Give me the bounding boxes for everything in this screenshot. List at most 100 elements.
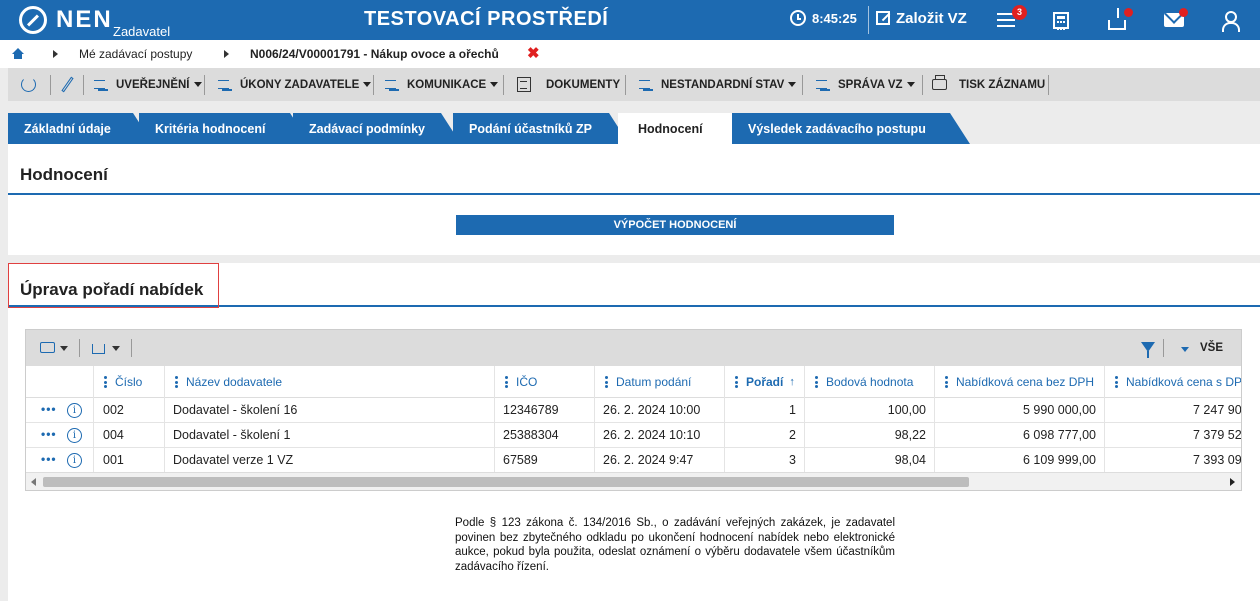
- column-menu-icon[interactable]: [735, 375, 738, 390]
- caret-down-icon[interactable]: [60, 346, 68, 351]
- cell-price-incl-vat: 7 379 520,17: [1104, 423, 1241, 447]
- scrollbar-thumb[interactable]: [43, 477, 969, 487]
- cell-price-excl-vat: 5 990 000,00: [934, 398, 1104, 422]
- list-icon: [94, 79, 108, 91]
- toolbar-divider: [50, 75, 51, 95]
- table-row[interactable]: ••• i 001 Dodavatel verze 1 VZ 67589 26.…: [26, 448, 1241, 473]
- session-time: 8:45:25: [812, 11, 857, 26]
- print-icon[interactable]: [40, 342, 55, 353]
- create-tender-button[interactable]: Založit VZ: [876, 10, 967, 27]
- calculator-icon[interactable]: [1053, 12, 1069, 30]
- menu-contracting-actions[interactable]: ÚKONY ZADAVATELE: [218, 68, 372, 101]
- cell-number: 004: [93, 423, 164, 447]
- column-header-price-incl-vat[interactable]: Nabídková cena s DPH: [1104, 366, 1242, 398]
- chevron-right-icon: [53, 50, 58, 58]
- menu-nonstandard-state-label: NESTANDARDNÍ STAV: [661, 78, 785, 91]
- info-icon[interactable]: i: [67, 428, 82, 443]
- logo-text[interactable]: NEN: [56, 6, 113, 34]
- nen-logo-icon[interactable]: [19, 6, 47, 34]
- menu-print-record[interactable]: TISK ZÁZNAMU: [932, 68, 1045, 101]
- tab-basic-info[interactable]: Základní údaje: [8, 113, 153, 144]
- evaluation-panel: Hodnocení: [8, 144, 1260, 255]
- caret-down-icon[interactable]: [112, 346, 120, 351]
- column-header-ico[interactable]: IČO: [494, 366, 594, 398]
- toolbar-divider: [922, 75, 923, 95]
- scroll-right-icon[interactable]: [1230, 478, 1235, 486]
- grid-toolbar-divider: [79, 339, 80, 357]
- tab-evaluation[interactable]: Hodnocení: [618, 113, 732, 144]
- table-row[interactable]: ••• i 004 Dodavatel - školení 1 25388304…: [26, 423, 1241, 448]
- caret-down-icon: [490, 82, 499, 87]
- refresh-icon[interactable]: [21, 77, 36, 92]
- column-menu-icon[interactable]: [815, 375, 818, 390]
- sort-ascending-icon[interactable]: ↑: [789, 376, 795, 388]
- caret-down-icon[interactable]: [1181, 347, 1189, 352]
- column-menu-icon[interactable]: [1115, 375, 1118, 390]
- top-header: NEN Zadavatel TESTOVACÍ PROSTŘEDÍ 8:45:2…: [0, 0, 1260, 40]
- home-icon[interactable]: [12, 48, 24, 59]
- column-header-supplier[interactable]: Název dodavatele: [164, 366, 494, 398]
- grid-toolbar: VŠE: [26, 330, 1241, 366]
- user-icon[interactable]: [1219, 9, 1241, 32]
- pencil-icon[interactable]: [61, 76, 74, 93]
- close-icon[interactable]: ✖: [527, 44, 540, 62]
- cell-supplier: Dodavatel - školení 1: [164, 423, 494, 447]
- caret-down-icon: [906, 82, 915, 87]
- cell-score: 98,04: [804, 448, 934, 472]
- toolbar-divider: [83, 75, 84, 95]
- menu-print-record-label: TISK ZÁZNAMU: [959, 78, 1046, 91]
- tab-evaluation-criteria[interactable]: Kritéria hodnocení: [139, 113, 310, 144]
- info-icon[interactable]: i: [67, 403, 82, 418]
- cell-ico: 12346789: [494, 398, 594, 422]
- inbox-tray-icon[interactable]: [1108, 8, 1126, 30]
- tab-tender-result[interactable]: Výsledek zadávacího postupu: [732, 113, 970, 144]
- toolbar-divider: [503, 75, 504, 95]
- row-actions-icon[interactable]: •••: [41, 453, 57, 465]
- column-label: Nabídková cena s DPH: [1126, 375, 1242, 389]
- cell-price-excl-vat: 6 109 999,00: [934, 448, 1104, 472]
- caret-down-icon: [363, 82, 372, 87]
- scroll-left-icon[interactable]: [31, 478, 36, 486]
- toolbar-divider: [204, 75, 205, 95]
- menu-publish[interactable]: UVEŘEJNĚNÍ: [94, 68, 202, 101]
- info-icon[interactable]: i: [67, 453, 82, 468]
- cell-rank: 2: [724, 423, 804, 447]
- column-menu-icon[interactable]: [945, 375, 948, 390]
- cell-submission-date: 26. 2. 2024 10:00: [594, 398, 724, 422]
- column-menu-icon[interactable]: [605, 375, 608, 390]
- list-icon: [639, 79, 653, 91]
- session-timer: 8:45:25: [790, 10, 857, 26]
- inbox-alert-dot: [1124, 8, 1133, 17]
- menu-publish-label: UVEŘEJNĚNÍ: [116, 78, 190, 91]
- table-row[interactable]: ••• i 002 Dodavatel - školení 16 1234678…: [26, 398, 1241, 423]
- column-menu-icon[interactable]: [104, 375, 107, 390]
- column-label: Pořadí: [746, 375, 784, 389]
- row-actions-icon[interactable]: •••: [41, 428, 57, 440]
- column-menu-icon[interactable]: [175, 375, 178, 390]
- cell-number: 002: [93, 398, 164, 422]
- cell-rank: 3: [724, 448, 804, 472]
- calculate-evaluation-button[interactable]: VÝPOČET HODNOCENÍ: [456, 215, 894, 235]
- tab-submissions[interactable]: Podání účastníků ZP: [453, 113, 629, 144]
- menu-nonstandard-state[interactable]: NESTANDARDNÍ STAV: [639, 68, 797, 101]
- column-header-price-excl-vat[interactable]: Nabídková cena bez DPH: [934, 366, 1104, 398]
- column-menu-icon[interactable]: [505, 375, 508, 390]
- export-icon[interactable]: [92, 344, 105, 354]
- menu-tender-management[interactable]: SPRÁVA VZ: [816, 68, 915, 101]
- column-header-submission-date[interactable]: Datum podání: [594, 366, 724, 398]
- cell-submission-date: 26. 2. 2024 9:47: [594, 448, 724, 472]
- horizontal-scrollbar[interactable]: [26, 472, 1241, 490]
- row-actions-icon[interactable]: •••: [41, 403, 57, 415]
- breadcrumb-item-tenders[interactable]: Mé zadávací postupy: [79, 47, 192, 61]
- column-header-score[interactable]: Bodová hodnota: [804, 366, 934, 398]
- column-header-rank[interactable]: Pořadí ↑: [724, 366, 804, 398]
- menu-documents[interactable]: DOKUMENTY: [517, 68, 620, 101]
- filter-icon[interactable]: [1141, 342, 1155, 358]
- view-all-selector[interactable]: VŠE: [1200, 342, 1223, 354]
- cell-supplier: Dodavatel verze 1 VZ: [164, 448, 494, 472]
- menu-communication[interactable]: KOMUNIKACE: [385, 68, 499, 101]
- toolbar-divider: [373, 75, 374, 95]
- toolbar-divider: [1048, 75, 1049, 95]
- column-header-number[interactable]: Číslo: [93, 366, 164, 398]
- tab-tender-conditions[interactable]: Zadávací podmínky: [293, 113, 461, 144]
